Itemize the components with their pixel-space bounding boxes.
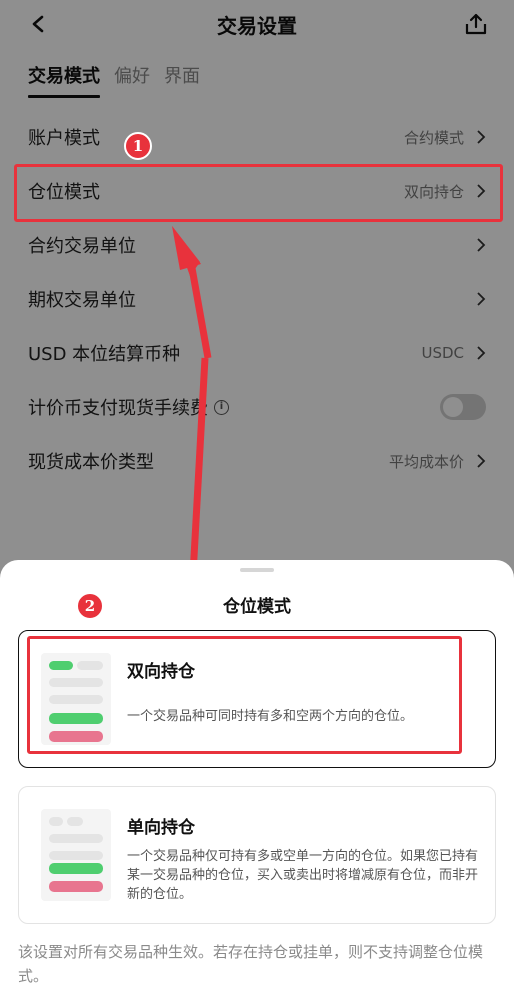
sheet-footnote: 该设置对所有交易品种生效。若存在持仓或挂单，则不支持调整仓位模式。 (18, 943, 484, 985)
one-way-mode-illustration (41, 809, 111, 901)
option-description: 一个交易品种仅可持有多或空单一方向的仓位。如果您已持有某一交易品种的仓位，买入或… (127, 849, 479, 902)
highlight-box-position-mode (14, 164, 503, 222)
option-title: 单向持仓 (127, 818, 195, 838)
highlight-box-hedge-option (27, 636, 462, 754)
option-one-way-mode[interactable]: 单向持仓 一个交易品种仅可持有多或空单一方向的仓位。如果您已持有某一交易品种的仓… (18, 786, 496, 924)
annotation-badge-2: 2 (76, 592, 104, 620)
annotation-badge-1: 1 (124, 132, 152, 160)
drag-handle[interactable] (240, 568, 274, 572)
